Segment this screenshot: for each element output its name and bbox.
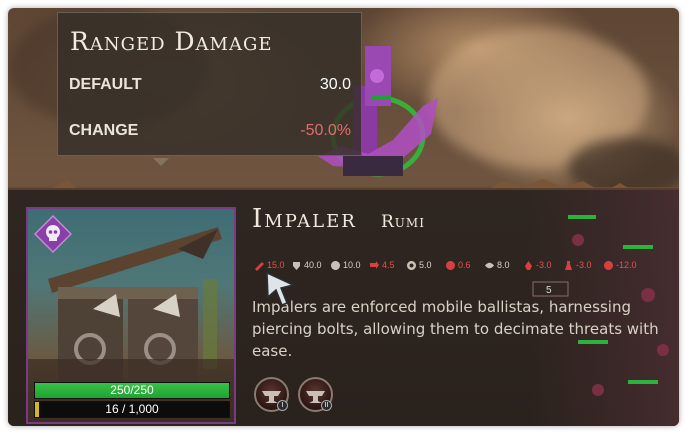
- ability-button-2[interactable]: II: [298, 377, 333, 412]
- gold-cost-icon: [603, 260, 613, 270]
- stat-value: 0.6: [458, 260, 471, 270]
- stat-value: 10.0: [343, 260, 361, 270]
- food-cost-icon: [525, 260, 532, 270]
- game-viewport: Ranged Damage DEFAULT 30.0 CHANGE -50.0%: [8, 8, 679, 426]
- ability-button-1[interactable]: I: [254, 377, 289, 412]
- stat-value: 40.0: [304, 260, 322, 270]
- stat-tooltip: Ranged Damage DEFAULT 30.0 CHANGE -50.0%: [57, 12, 362, 156]
- ability-rank-badge: II: [321, 400, 332, 411]
- clock-icon: [330, 260, 340, 270]
- population-icon: [565, 260, 572, 270]
- stat-value: 8.0: [497, 260, 510, 270]
- stat-value: 5.0: [419, 260, 432, 270]
- ranged-damage-icon: [255, 261, 264, 271]
- stat-gold-cost[interactable]: -12.0: [603, 258, 637, 272]
- stat-clock[interactable]: 10.0: [330, 258, 361, 272]
- stat-speed-arrows[interactable]: 4.5: [369, 258, 395, 272]
- stat-range-target[interactable]: 5.0: [406, 258, 432, 272]
- skull-icon: [34, 215, 72, 253]
- tooltip-change-value: -50.0%: [300, 122, 351, 139]
- tooltip-pointer: [153, 158, 169, 166]
- stat-population[interactable]: -3.0: [563, 258, 592, 272]
- tooltip-change-label: CHANGE: [69, 122, 139, 139]
- unit-info-panel: 5 250/250 16 / 1,000 Impaler Rumi 15.0 4…: [8, 188, 679, 426]
- map-marker-number: 5: [546, 285, 552, 296]
- health-text: 250/250: [110, 383, 154, 397]
- unit-faction: Rumi: [381, 212, 425, 232]
- stat-vision-eye[interactable]: 8.0: [484, 258, 510, 272]
- stat-value: -12.0: [616, 260, 637, 270]
- stat-move-speed[interactable]: 0.6: [445, 258, 471, 272]
- speed-arrows-icon: [370, 260, 379, 269]
- stat-ranged-damage[interactable]: 15.0: [254, 258, 285, 272]
- experience-text: 16 / 1,000: [105, 402, 159, 416]
- range-target-icon: [406, 260, 416, 270]
- unit-name: Impaler: [252, 204, 357, 234]
- move-speed-icon: [446, 260, 455, 270]
- experience-bar: 16 / 1,000: [34, 401, 230, 418]
- stat-value: 4.5: [382, 260, 395, 270]
- stat-value: -3.0: [576, 260, 592, 270]
- mouse-cursor-icon: [266, 271, 296, 306]
- tooltip-title: Ranged Damage: [70, 27, 273, 56]
- vision-eye-icon: [485, 262, 494, 268]
- health-bar: 250/250: [34, 382, 230, 399]
- ability-rank-badge: I: [277, 400, 288, 411]
- unit-description: Impalers are enforced mobile ballistas, …: [252, 298, 659, 360]
- tooltip-default-label: DEFAULT: [69, 76, 142, 93]
- stat-armor[interactable]: 40.0: [291, 258, 322, 272]
- stat-food-cost[interactable]: -3.0: [523, 258, 552, 272]
- stat-value: -3.0: [536, 260, 552, 270]
- armor-icon: [293, 261, 300, 270]
- stat-value: 15.0: [267, 260, 285, 270]
- tooltip-default-value: 30.0: [319, 76, 351, 93]
